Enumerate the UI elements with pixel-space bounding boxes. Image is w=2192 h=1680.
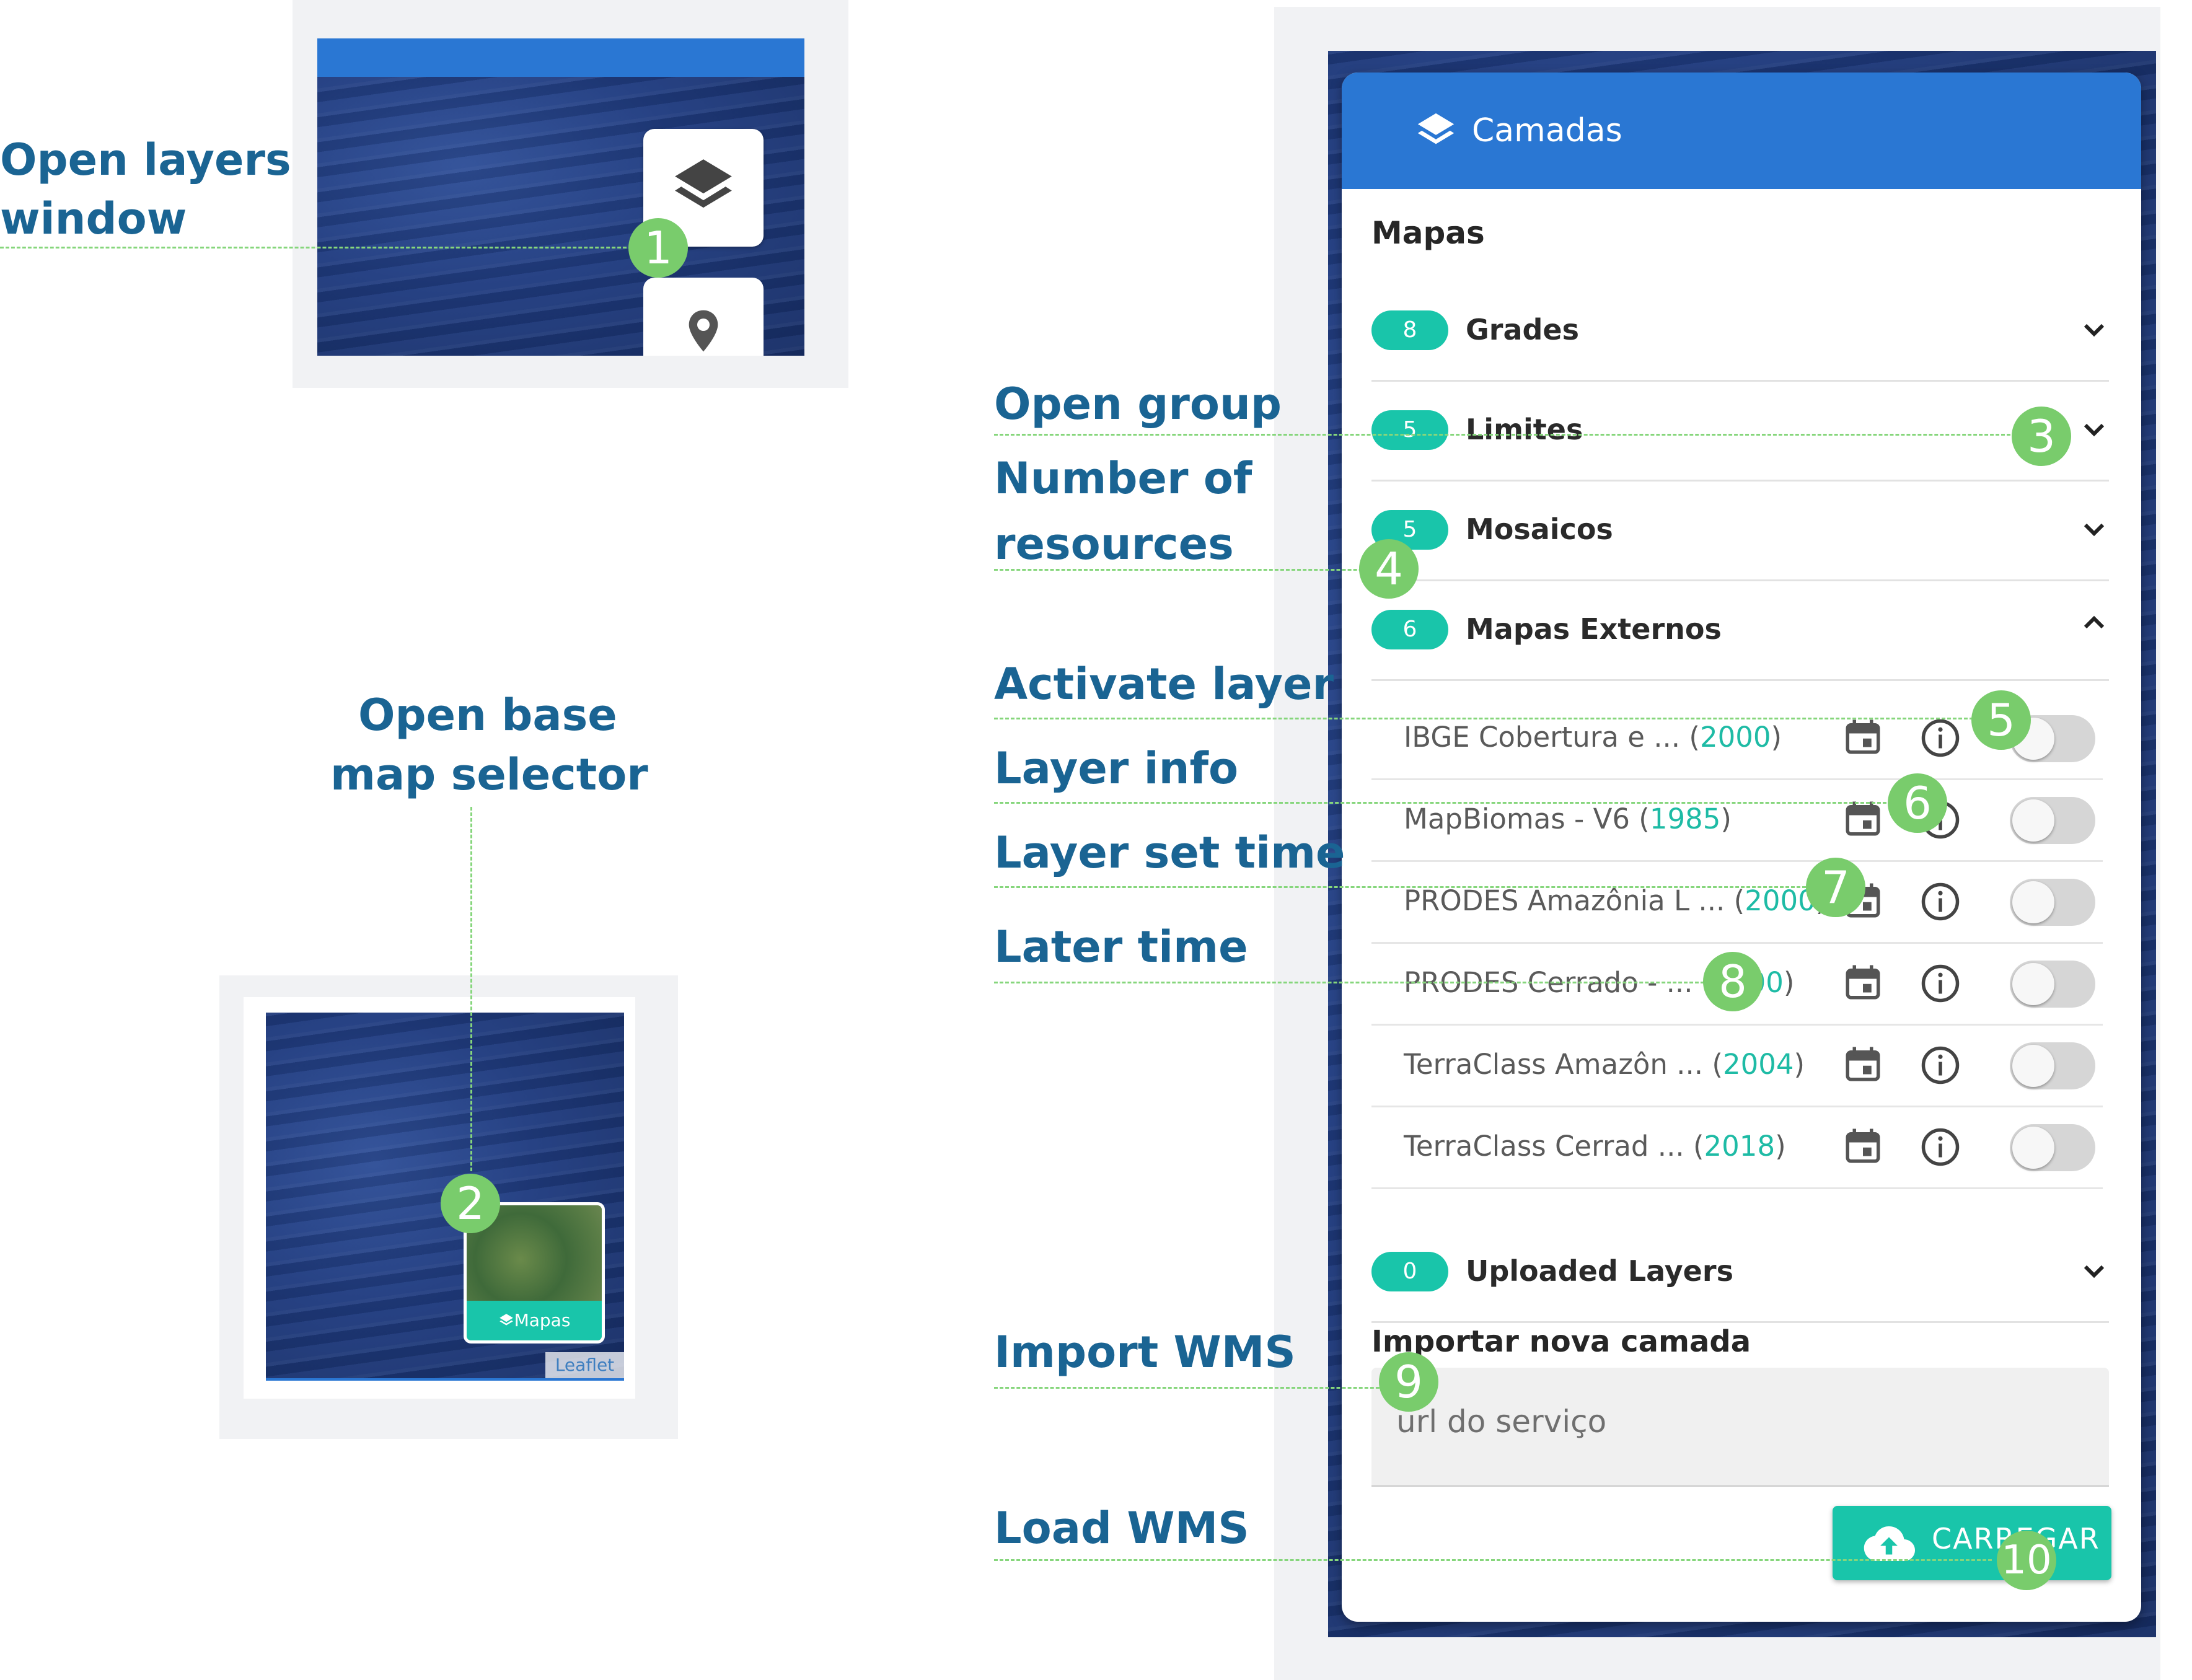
- group-label: Uploaded Layers: [1466, 1254, 1733, 1288]
- chevron-down-icon[interactable]: [2079, 1257, 2109, 1286]
- annotation-activate-layer: Activate layer: [994, 659, 1334, 710]
- layers-icon: [675, 159, 732, 208]
- layers-panel: Camadas Mapas 8 Grades 5 Limites 5 Mosai…: [1342, 73, 2141, 1622]
- leader-line-4: [994, 569, 1391, 571]
- group-mosaicos[interactable]: 5 Mosaicos: [1371, 480, 2109, 581]
- group-label: Mosaicos: [1466, 512, 1613, 546]
- layers-icon: [1417, 113, 1455, 144]
- leaflet-attribution[interactable]: Leaflet: [545, 1352, 624, 1378]
- layer-toggle[interactable]: [2010, 797, 2095, 844]
- info-icon[interactable]: [1920, 963, 1961, 1004]
- toggle-knob: [2012, 881, 2054, 923]
- leader-line-5: [994, 718, 1973, 719]
- layers-icon: [499, 1314, 513, 1326]
- marker-7: 7: [1806, 858, 1865, 917]
- info-icon[interactable]: [1920, 718, 1961, 759]
- layer-toggle[interactable]: [2010, 1124, 2095, 1171]
- layer-toggle[interactable]: [2010, 1042, 2095, 1089]
- import-section-title: Importar nova camada: [1371, 1324, 1751, 1359]
- leader-line-1: [0, 247, 632, 248]
- chevron-down-icon[interactable]: [2079, 415, 2109, 445]
- layer-row: MapBiomas - V6 (1985): [1371, 778, 2103, 862]
- annotation-number-2: resources: [994, 519, 1234, 570]
- annotation-import-wms: Import WMS: [994, 1327, 1296, 1378]
- annotation-number-1: Number of: [994, 453, 1252, 504]
- info-icon[interactable]: [1920, 881, 1961, 922]
- group-uploaded-layers[interactable]: 0 Uploaded Layers: [1371, 1222, 2109, 1323]
- leader-line-8: [994, 982, 1704, 983]
- marker-8: 8: [1703, 952, 1763, 1011]
- leader-line-6: [994, 802, 1886, 804]
- annotation-layer-info: Layer info: [994, 743, 1239, 794]
- marker-2: 2: [441, 1174, 500, 1233]
- layer-row: PRODES Amazônia L ... (2000): [1371, 860, 2103, 944]
- panel-title: Camadas: [1472, 112, 1622, 149]
- group-limites[interactable]: 5 Limites: [1371, 380, 2109, 482]
- toggle-knob: [2012, 1127, 2054, 1169]
- wms-url-input[interactable]: url do serviço: [1371, 1368, 2109, 1487]
- marker-3: 3: [2012, 407, 2071, 466]
- maps-section-title: Mapas: [1371, 215, 1485, 251]
- group-mapas-externos[interactable]: 6 Mapas Externos: [1371, 580, 2109, 681]
- annotation-open-base-1: Open base: [358, 690, 617, 741]
- calendar-icon[interactable]: [1842, 715, 1883, 759]
- layer-toggle[interactable]: [2010, 961, 2095, 1008]
- map-bottom-edge: [266, 1378, 624, 1381]
- group-label: Grades: [1466, 313, 1579, 346]
- map-top-bar: [317, 38, 804, 77]
- annotation-later-time: Later time: [994, 921, 1248, 972]
- layer-row: TerraClass Amazôn ... (2004): [1371, 1024, 2103, 1107]
- leader-line-2: [470, 807, 472, 1171]
- chevron-down-icon[interactable]: [2079, 315, 2109, 345]
- marker-6: 6: [1888, 773, 1947, 833]
- group-label: Mapas Externos: [1466, 612, 1722, 646]
- marker-tool-button[interactable]: [643, 278, 764, 356]
- marker-1: 1: [628, 218, 688, 278]
- marker-4: 4: [1359, 539, 1419, 599]
- layer-name: IBGE Cobertura e ... (2000): [1404, 721, 1782, 754]
- layer-name: TerraClass Amazôn ... (2004): [1404, 1048, 1805, 1081]
- calendar-icon[interactable]: [1842, 1042, 1883, 1086]
- load-wms-button[interactable]: CARREGAR: [1833, 1506, 2111, 1580]
- group-count-badge: 5: [1371, 410, 1448, 450]
- leader-line-3: [994, 434, 2010, 436]
- annotation-open-layers-2: window: [0, 193, 187, 244]
- leader-line-7: [994, 886, 1806, 888]
- group-grades[interactable]: 8 Grades: [1371, 281, 2109, 382]
- group-count-badge: 8: [1371, 310, 1448, 350]
- basemap-button-label: Mapas: [514, 1310, 571, 1330]
- toggle-knob: [2012, 1045, 2054, 1087]
- marker-9: 9: [1379, 1352, 1438, 1412]
- annotation-open-layers-1: Open layers: [0, 134, 291, 185]
- info-icon[interactable]: [1920, 1127, 1961, 1168]
- calendar-icon[interactable]: [1842, 1124, 1883, 1168]
- group-label: Limites: [1466, 413, 1583, 446]
- chevron-down-icon[interactable]: [2079, 515, 2109, 545]
- panel-header: Camadas: [1342, 73, 2141, 189]
- chevron-up-icon[interactable]: [2079, 609, 2109, 638]
- layer-name: MapBiomas - V6 (1985): [1404, 803, 1732, 835]
- toggle-knob: [2012, 963, 2054, 1005]
- group-count-badge: 6: [1371, 610, 1448, 649]
- marker-5: 5: [1971, 690, 2031, 750]
- marker-10: 10: [1997, 1531, 2056, 1590]
- annotation-open-base-2: map selector: [330, 749, 648, 800]
- annotation-layer-set-time: Layer set time: [994, 827, 1345, 878]
- attribution-text: Leaflet: [555, 1355, 615, 1375]
- wms-url-placeholder: url do serviço: [1396, 1404, 1607, 1440]
- leader-line-10: [994, 1559, 1992, 1561]
- layer-row: TerraClass Cerrad ... (2018): [1371, 1106, 2103, 1189]
- group-count-badge: 0: [1371, 1252, 1448, 1291]
- calendar-icon[interactable]: [1842, 961, 1883, 1004]
- layer-toggle[interactable]: [2010, 879, 2095, 926]
- location-pin-icon: [689, 310, 718, 352]
- annotation-load-wms: Load WMS: [994, 1503, 1249, 1554]
- basemap-label-bar: Mapas: [467, 1301, 602, 1340]
- info-icon[interactable]: [1920, 1045, 1961, 1086]
- leader-line-9: [994, 1387, 1391, 1389]
- layer-name: TerraClass Cerrad ... (2018): [1404, 1130, 1786, 1163]
- toggle-knob: [2012, 799, 2054, 842]
- annotation-open-group: Open group: [994, 379, 1282, 429]
